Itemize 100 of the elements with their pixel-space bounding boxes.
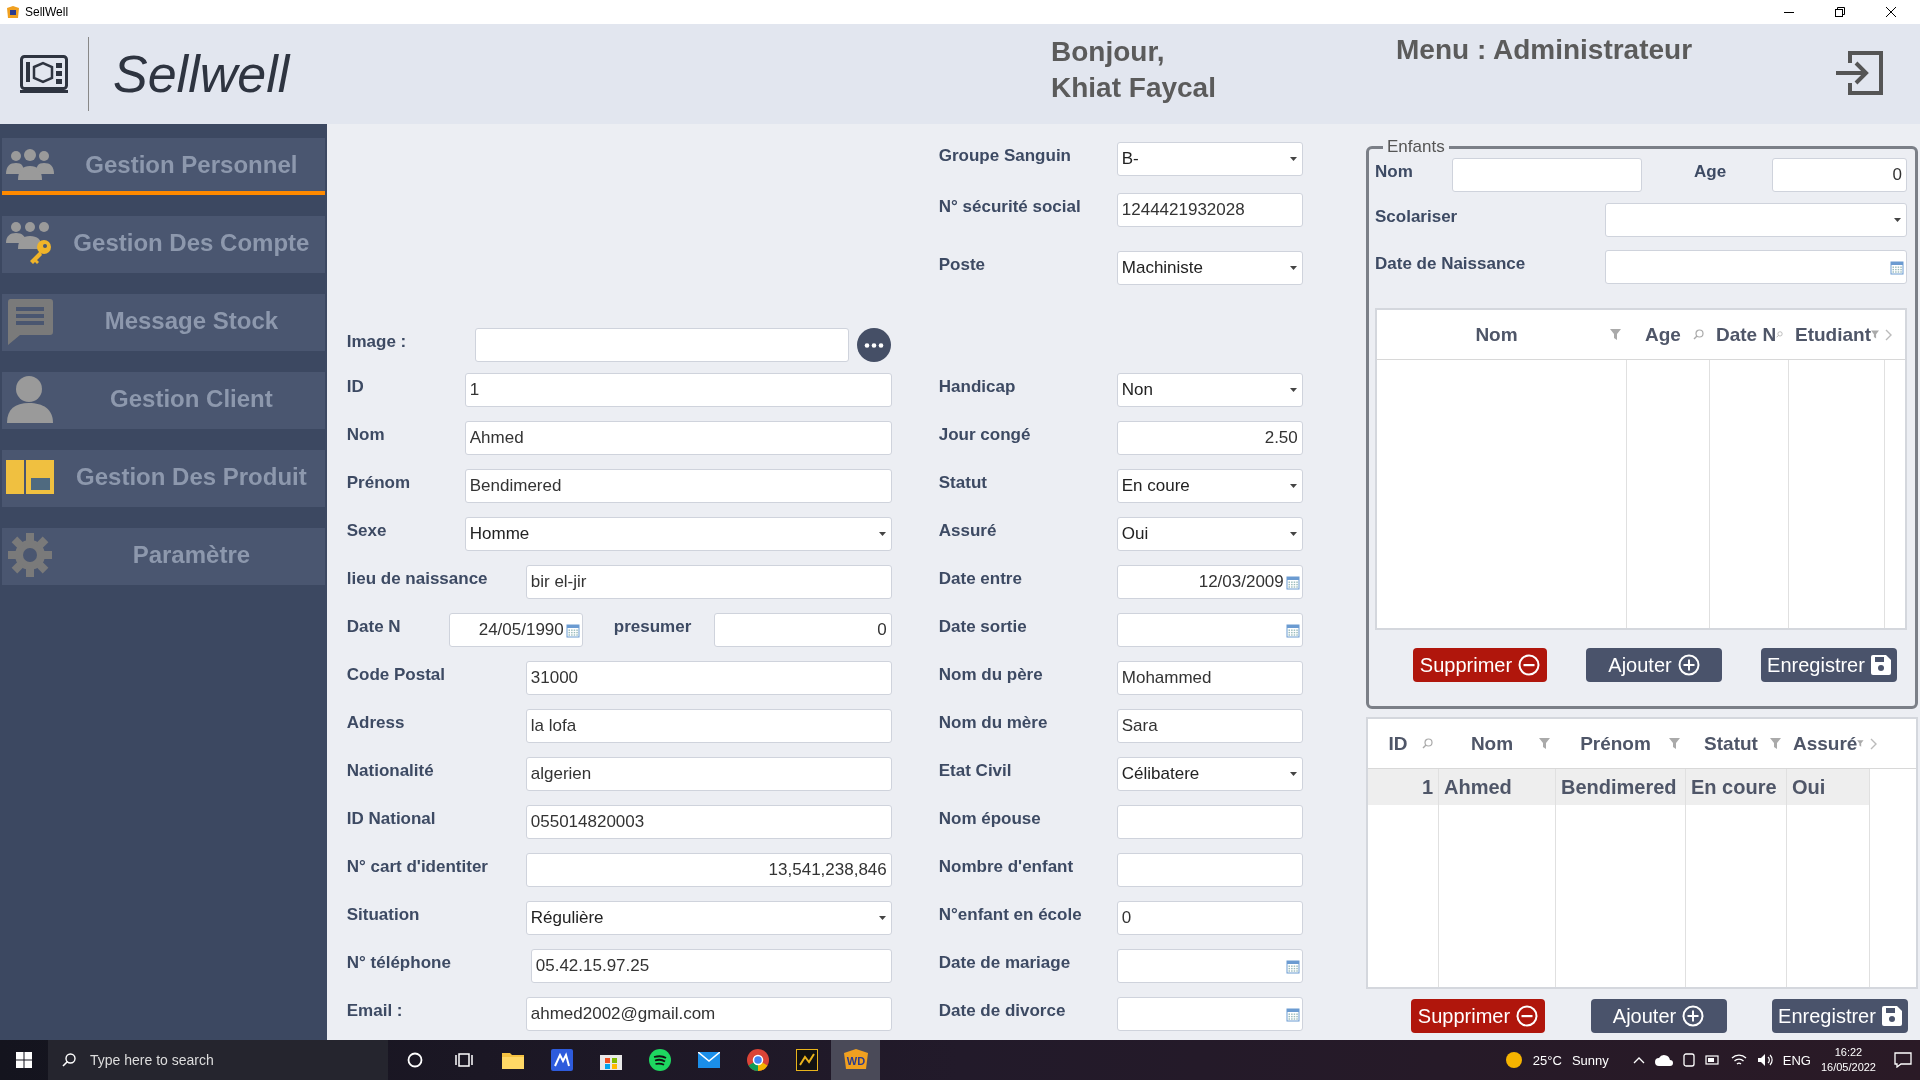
input-field[interactable]: 0 (1116, 901, 1303, 935)
device-icon[interactable] (1682, 1053, 1695, 1067)
sun-icon (1504, 1051, 1523, 1069)
input-field[interactable] (1452, 158, 1642, 192)
filter-icon (1871, 329, 1879, 340)
dropdown[interactable]: Oui (1116, 517, 1303, 551)
cloud-icon[interactable] (1654, 1054, 1673, 1066)
date-field[interactable] (1116, 949, 1303, 983)
field-label: Email : (346, 1001, 404, 1021)
input-field[interactable]: bir el-jir (525, 565, 892, 599)
field-label: Poste (938, 255, 987, 275)
save-button[interactable]: Enregistrer (1772, 999, 1908, 1033)
field-label: Code Postal (346, 665, 446, 685)
field-label: Date entre (938, 569, 1023, 589)
column-header[interactable]: Date N (1710, 310, 1789, 359)
taskbar-app[interactable]: WD (831, 1040, 880, 1080)
minus-circle-icon (1518, 654, 1541, 676)
input-field[interactable]: Mohammed (1116, 661, 1303, 695)
input-field[interactable] (474, 328, 849, 362)
date-field[interactable] (1605, 250, 1907, 284)
column-header[interactable]: Statut (1686, 719, 1787, 768)
field-label: Image : (346, 332, 408, 352)
delete-button[interactable]: Supprimer (1413, 648, 1547, 682)
field-label: Nom du mère (938, 713, 1049, 733)
search-icon (1693, 329, 1704, 340)
dropdown[interactable]: Machiniste (1116, 251, 1303, 285)
caret-icon (1288, 265, 1298, 271)
notifications-icon[interactable] (1894, 1052, 1912, 1068)
column-header[interactable]: Assuré (1787, 719, 1870, 768)
people-key-icon (6, 220, 54, 265)
filter-icon (1770, 738, 1781, 749)
language-indicator[interactable]: ENG (1782, 1052, 1811, 1068)
input-field[interactable]: Sara (1116, 709, 1303, 743)
column-header[interactable]: Age (1627, 310, 1710, 359)
date-field[interactable]: 12/03/2009 (1116, 565, 1303, 599)
filter-icon (1857, 738, 1864, 749)
save-icon (1881, 1006, 1902, 1026)
battery-icon[interactable] (1704, 1054, 1721, 1066)
field-label: Prénom (346, 473, 412, 493)
column-header[interactable]: Nom (1439, 719, 1556, 768)
field-label: Nom (1375, 162, 1414, 182)
dropdown[interactable]: B- (1116, 142, 1303, 176)
browse-button[interactable] (856, 328, 891, 362)
field-label: Date de Naissance (1375, 254, 1527, 274)
column-header[interactable]: Nom (1377, 310, 1627, 359)
save-icon (1870, 655, 1891, 675)
input-field[interactable]: 2.50 (1116, 421, 1303, 455)
column-header[interactable]: Etudiant (1789, 310, 1885, 359)
plus-circle-icon (1682, 1005, 1705, 1027)
calendar-icon (1285, 622, 1300, 638)
input-field[interactable]: ahmed2002@gmail.com (525, 997, 892, 1031)
field-label: Date de mariage (938, 953, 1072, 973)
plus-circle-icon (1677, 654, 1700, 676)
column-header[interactable]: ID (1368, 719, 1439, 768)
input-field[interactable]: 0 (713, 613, 892, 647)
input-field[interactable]: Bendimered (464, 469, 892, 503)
date-field[interactable] (1116, 613, 1303, 647)
input-field[interactable] (1116, 853, 1303, 887)
wifi-icon[interactable] (1730, 1054, 1747, 1066)
speaker-icon[interactable] (1756, 1053, 1773, 1067)
filter-icon (1539, 738, 1550, 749)
dropdown[interactable]: Non (1116, 373, 1303, 407)
input-field[interactable]: 13,541,238,846 (525, 853, 892, 887)
field-label: Situation (346, 905, 421, 925)
restore-icon (1835, 7, 1845, 17)
greeting: Bonjour, (1051, 35, 1166, 69)
dropdown[interactable]: Homme (464, 517, 892, 551)
input-field[interactable]: 055014820003 (525, 805, 892, 839)
input-field[interactable]: Ahmed (464, 421, 892, 455)
field-label: N°enfant en école (938, 905, 1083, 925)
gear-icon (7, 531, 53, 578)
chevron-up-icon[interactable] (1632, 1056, 1645, 1064)
add-button[interactable]: Ajouter (1586, 648, 1722, 682)
field-label: Date sortie (938, 617, 1028, 637)
field-label: Nationalité (346, 761, 435, 781)
delete-button[interactable]: Supprimer (1411, 999, 1545, 1033)
input-field[interactable]: algerien (525, 757, 892, 791)
input-field[interactable]: 05.42.15.97.25 (530, 949, 892, 983)
input-field[interactable]: 31000 (525, 661, 892, 695)
column-header[interactable]: Prénom (1556, 719, 1686, 768)
input-field[interactable]: 1 (464, 373, 892, 407)
input-field[interactable]: 1244421932028 (1116, 193, 1303, 227)
date-field[interactable] (1116, 997, 1303, 1031)
add-button[interactable]: Ajouter (1590, 999, 1727, 1033)
circle-icon (406, 1052, 423, 1068)
dropdown[interactable]: Célibatere (1116, 757, 1303, 791)
dropdown[interactable]: En coure (1116, 469, 1303, 503)
input-field[interactable] (1116, 805, 1303, 839)
input-field[interactable]: 0 (1772, 158, 1907, 192)
dropdown[interactable]: Régulière (525, 901, 892, 935)
folder-icon (501, 1051, 524, 1069)
input-field[interactable]: la lofa (525, 709, 892, 743)
save-button[interactable]: Enregistrer (1761, 648, 1897, 682)
field-label: Age (1694, 162, 1728, 182)
table-cell: Bendimered (1556, 769, 1685, 805)
field-label: N° téléphone (346, 953, 452, 973)
caret-icon (1288, 387, 1298, 393)
caret-icon (1288, 483, 1298, 489)
date-field[interactable]: 24/05/1990 (448, 613, 583, 647)
taskbar-search[interactable]: Type here to search (48, 1040, 388, 1080)
